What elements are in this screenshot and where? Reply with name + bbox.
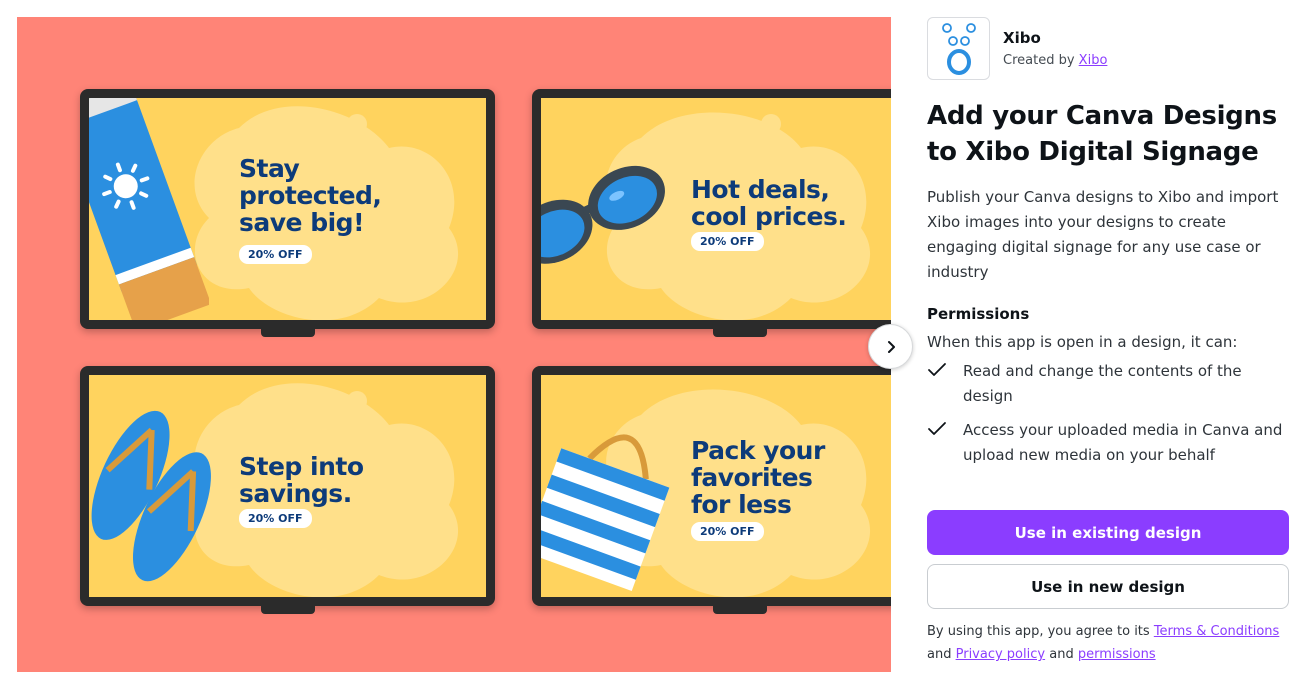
- tv-screen-beachbag: Pack your favorites for less 20% OFF: [532, 366, 891, 606]
- permission-item: Access your uploaded media in Canva and …: [927, 418, 1289, 468]
- tv-screen-sunglasses: Hot deals, cool prices. 20% OFF: [532, 89, 891, 329]
- promo-headline: Step into savings.: [239, 452, 364, 508]
- use-in-new-design-button[interactable]: Use in new design: [927, 564, 1289, 609]
- chevron-right-icon: [887, 340, 895, 353]
- checkmark-icon: [927, 418, 963, 441]
- beach-bag-illustration: [541, 434, 670, 591]
- terms-link[interactable]: Terms & Conditions: [1154, 624, 1280, 639]
- tv-screen-flipflops: Step into savings. 20% OFF: [80, 366, 495, 606]
- carousel-next-button[interactable]: [868, 324, 913, 369]
- app-name: Xibo: [1003, 28, 1041, 47]
- permission-item: Read and change the contents of the desi…: [927, 359, 1289, 409]
- tv-screen-sunscreen: Stay protected, save big! 20% OFF: [80, 89, 495, 329]
- checkmark-icon: [927, 359, 963, 382]
- discount-badge: 20% OFF: [239, 509, 312, 528]
- sunglasses-illustration: [541, 165, 665, 264]
- terms-and: and: [1049, 647, 1074, 662]
- discount-badge: 20% OFF: [691, 232, 764, 251]
- creator-link[interactable]: Xibo: [1079, 53, 1108, 68]
- promo-headline: Hot deals, cool prices.: [691, 175, 847, 231]
- permission-text: Read and change the contents of the desi…: [963, 362, 1242, 405]
- permissions-link[interactable]: permissions: [1078, 647, 1156, 662]
- app-preview-carousel: Stay protected, save big! 20% OFF Hot de…: [17, 17, 891, 672]
- discount-badge: 20% OFF: [239, 245, 312, 264]
- app-details-panel: Xibo Created by Xibo Add your Canva Desi…: [927, 16, 1289, 477]
- promo-headline: Pack your favorites for less: [691, 436, 825, 519]
- app-logo: [927, 16, 990, 80]
- app-title: Add your Canva Designs to Xibo Digital S…: [927, 101, 1277, 167]
- sunscreen-illustration: [89, 98, 209, 320]
- app-header: Xibo Created by Xibo: [927, 16, 1289, 80]
- terms-prefix: By using this app, you agree to its: [927, 624, 1150, 639]
- permissions-heading: Permissions: [927, 305, 1030, 323]
- use-in-existing-design-button[interactable]: Use in existing design: [927, 510, 1289, 555]
- app-creator: Created by Xibo: [1003, 53, 1107, 68]
- terms-and: and: [927, 647, 952, 662]
- terms-notice: By using this app, you agree to its Term…: [927, 620, 1289, 666]
- promo-headline: Stay protected, save big!: [239, 154, 382, 237]
- app-description: Publish your Canva designs to Xibo and i…: [927, 188, 1279, 281]
- discount-badge: 20% OFF: [691, 522, 764, 541]
- created-by-label: Created by: [1003, 52, 1075, 68]
- flipflops-illustration: [91, 410, 211, 582]
- permissions-intro: When this app is open in a design, it ca…: [927, 333, 1238, 351]
- xibo-logo-icon: [941, 23, 976, 75]
- permission-text: Access your uploaded media in Canva and …: [963, 421, 1283, 464]
- privacy-policy-link[interactable]: Privacy policy: [956, 647, 1045, 662]
- permissions-list: Read and change the contents of the desi…: [927, 359, 1289, 468]
